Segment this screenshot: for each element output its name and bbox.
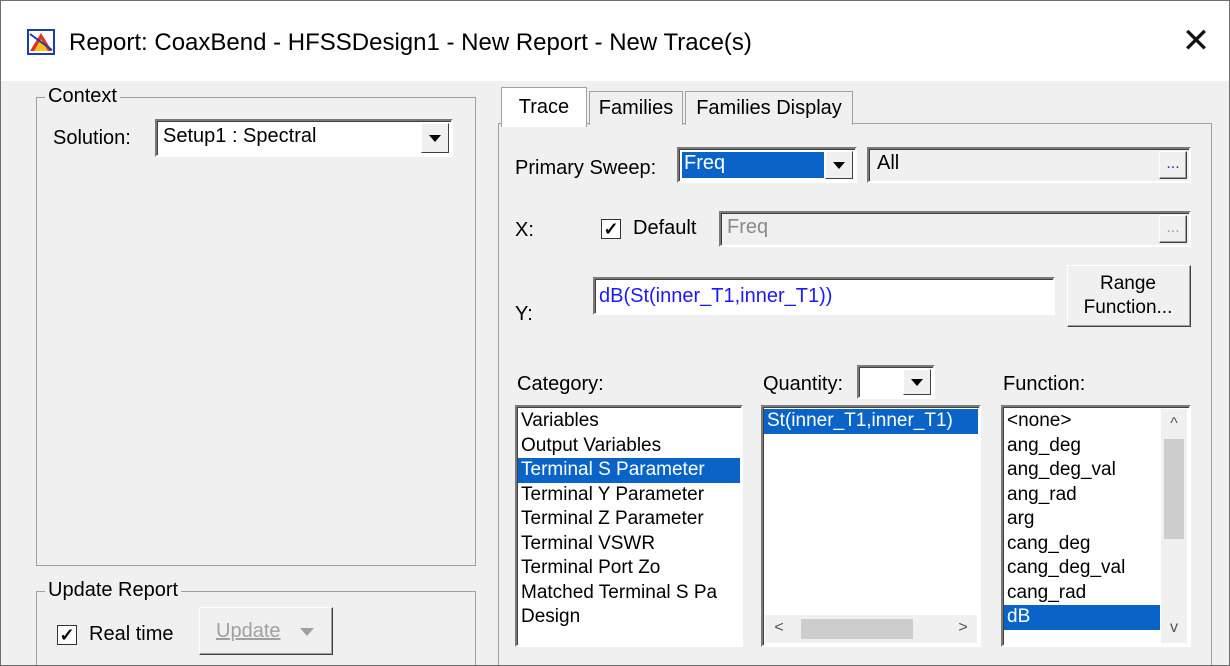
quantity-list-items: St(inner_T1,inner_T1) [764, 409, 978, 434]
x-label: X: [515, 219, 534, 241]
default-label: Default [633, 217, 697, 239]
category-list-item[interactable]: Terminal Y Parameter [518, 483, 740, 508]
update-button-label: Update [216, 620, 281, 642]
ellipsis-icon: ... [1166, 219, 1180, 236]
function-list-item[interactable]: dB [1004, 605, 1160, 630]
quantity-label: Quantity: [763, 373, 844, 395]
solution-combo[interactable]: Setup1 : Spectral [155, 119, 453, 157]
quantity-list-item[interactable]: St(inner_T1,inner_T1) [764, 409, 978, 434]
sweep-range-field[interactable]: All ... [867, 147, 1191, 183]
quantity-filter-dropdown-button[interactable] [903, 369, 931, 395]
update-button[interactable]: Update [199, 607, 333, 655]
function-vertical-scrollbar[interactable]: ^ v [1161, 409, 1187, 643]
tab-trace[interactable]: Trace [501, 87, 587, 127]
x-value: Freq [727, 216, 769, 238]
function-label: Function: [1003, 373, 1086, 395]
category-list-item[interactable]: Variables [518, 409, 740, 434]
function-list-item[interactable]: <none> [1004, 409, 1160, 434]
function-scroll-thumb[interactable] [1164, 439, 1184, 539]
app-icon [27, 29, 55, 55]
chevron-down-icon[interactable]: v [1164, 619, 1184, 637]
context-group-label: Context [45, 85, 120, 108]
quantity-filter-combo[interactable] [857, 365, 935, 399]
chevron-down-icon [911, 379, 923, 386]
category-list-items: Variables Output Variables Terminal S Para… [518, 409, 740, 630]
y-label: Y: [515, 303, 533, 325]
primary-sweep-combo[interactable]: Freq [677, 147, 857, 183]
function-list-item[interactable]: ang_deg_val [1004, 458, 1160, 483]
update-report-group-label: Update Report [45, 579, 182, 602]
sweep-range-value: All [877, 152, 900, 174]
tab-trace-label: Trace [518, 96, 570, 118]
quantity-scroll-thumb[interactable] [801, 619, 913, 639]
context-group [36, 97, 476, 566]
default-checkbox[interactable]: ✓ [601, 219, 621, 239]
tab-families-display[interactable]: Families Display [685, 91, 853, 125]
chevron-down-icon [833, 162, 845, 169]
function-list-item[interactable]: cang_deg [1004, 532, 1160, 557]
report-dialog: Report: CoaxBend - HFSSDesign1 - New Rep… [0, 0, 1230, 666]
close-icon[interactable]: ✕ [1171, 19, 1221, 63]
function-list-items: <none> ang_deg ang_deg_val ang_rad arg cang_d… [1004, 409, 1160, 630]
realtime-label: Real time [89, 623, 174, 645]
function-list-item[interactable]: cang_deg_val [1004, 556, 1160, 581]
category-list-item[interactable]: Design [518, 605, 740, 630]
category-list-item[interactable]: Terminal Z Parameter [518, 507, 740, 532]
range-function-line1: Range [1100, 273, 1156, 294]
function-list-item[interactable]: arg [1004, 507, 1160, 532]
chevron-up-icon[interactable]: ^ [1164, 415, 1184, 433]
tab-families-display-label: Families Display [696, 97, 842, 119]
tab-families-label: Families [598, 97, 674, 119]
quantity-horizontal-scrollbar[interactable]: < > [765, 615, 977, 643]
function-list-item[interactable]: cang_rad [1004, 581, 1160, 606]
category-label: Category: [517, 373, 604, 395]
category-list-item[interactable]: Terminal Port Zo [518, 556, 740, 581]
category-list[interactable]: Variables Output Variables Terminal S Para… [515, 405, 743, 647]
range-function-line2: Function... [1083, 297, 1173, 318]
y-expression-value: dB(St(inner_T1,inner_T1)) [599, 285, 833, 307]
range-function-button[interactable]: Range Function... [1067, 265, 1191, 327]
ellipsis-icon: ... [1166, 155, 1180, 172]
quantity-list[interactable]: St(inner_T1,inner_T1) < > [761, 405, 981, 647]
x-ellipsis-button[interactable]: ... [1159, 215, 1187, 243]
chevron-down-icon [429, 135, 441, 142]
title-bar: Report: CoaxBend - HFSSDesign1 - New Rep… [1, 1, 1229, 81]
window-title: Report: CoaxBend - HFSSDesign1 - New Rep… [69, 29, 752, 56]
primary-sweep-label: Primary Sweep: [515, 157, 657, 179]
solution-dropdown-button[interactable] [421, 123, 449, 153]
category-list-item[interactable]: Matched Terminal S Pa [518, 581, 740, 606]
realtime-checkbox[interactable]: ✓ [57, 625, 77, 645]
function-list-item[interactable]: ang_deg [1004, 434, 1160, 459]
function-list[interactable]: <none> ang_deg ang_deg_val ang_rad arg cang_d… [1001, 405, 1191, 647]
solution-label: Solution: [53, 127, 131, 149]
chevron-down-icon [300, 628, 314, 636]
primary-sweep-dropdown-button[interactable] [825, 151, 853, 179]
solution-combo-value: Setup1 : Spectral [163, 125, 317, 147]
function-list-item[interactable]: ang_rad [1004, 483, 1160, 508]
tab-families[interactable]: Families [589, 91, 683, 125]
category-list-item[interactable]: Output Variables [518, 434, 740, 459]
chevron-right-icon[interactable]: > [953, 619, 973, 637]
sweep-range-ellipsis-button[interactable]: ... [1159, 151, 1187, 179]
chevron-left-icon[interactable]: < [769, 619, 789, 637]
y-expression-field[interactable]: dB(St(inner_T1,inner_T1)) [593, 277, 1055, 315]
category-list-item[interactable]: Terminal S Parameter [518, 458, 740, 483]
primary-sweep-value: Freq [684, 152, 726, 174]
x-field[interactable]: Freq ... [719, 211, 1191, 247]
category-list-item[interactable]: Terminal VSWR [518, 532, 740, 557]
